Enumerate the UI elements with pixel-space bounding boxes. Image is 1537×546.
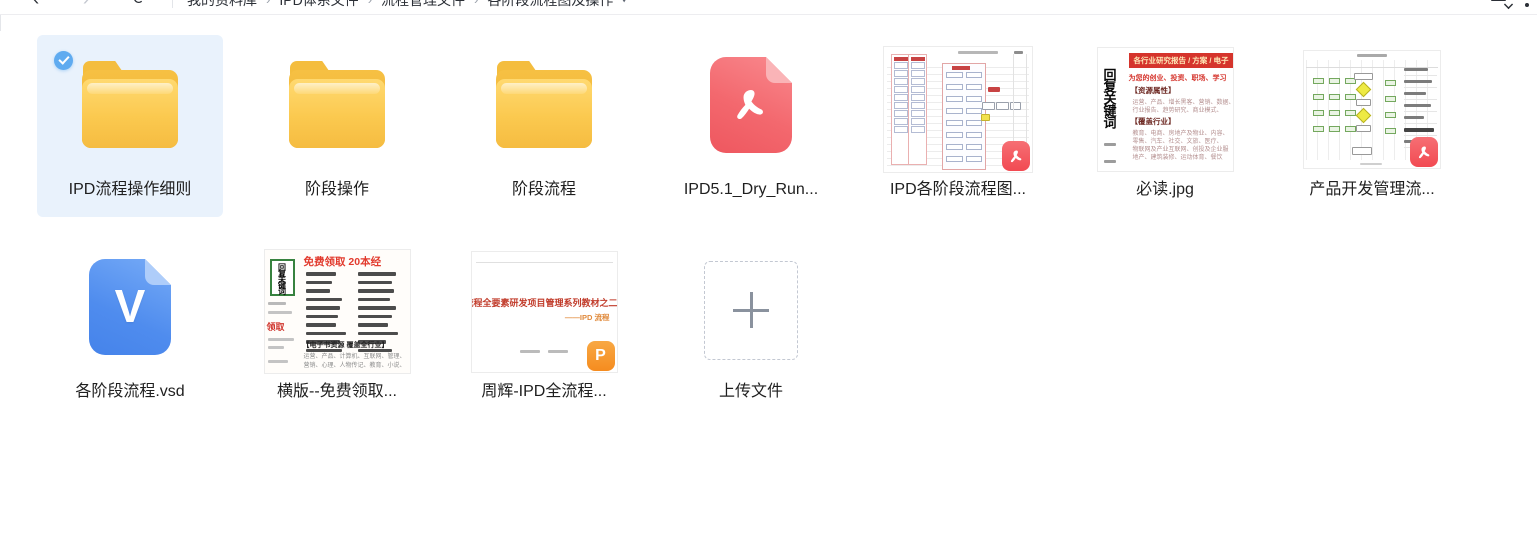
tile-media: 流程全要素研发项目管理系列教材之二 ——IPD 流程 P [451, 237, 637, 377]
file-name: 阶段操作 [305, 179, 369, 201]
file-thumbnail [884, 47, 1032, 172]
sort-order-icon[interactable] [1491, 0, 1513, 9]
folder-icon [289, 70, 385, 148]
tile-media [658, 35, 844, 175]
breadcrumb-caret-icon[interactable]: ▾ [621, 0, 627, 5]
folded-corner [766, 57, 792, 83]
tile-media: 回复关键词 各行业研究报告 / 方案 / 电子 为您的创业、投资、职场、学习 【… [1072, 35, 1258, 175]
breadcrumb: 我的资料库 › IPD体系文件 › 流程管理文件 › 各阶段流程图及操作 ▾ [187, 0, 627, 10]
file-thumbnail: 回复关键词 各行业研究报告 / 方案 / 电子 为您的创业、投资、职场、学习 【… [1098, 48, 1233, 171]
file-name: 必读.jpg [1136, 179, 1194, 201]
tile-folder-stage-process[interactable]: 阶段流程 [451, 35, 637, 217]
tile-media [451, 35, 637, 175]
selected-check-icon[interactable] [54, 51, 73, 70]
tile-media [244, 35, 430, 175]
file-name: IPD各阶段流程图... [890, 179, 1026, 201]
upload-label: 上传文件 [719, 381, 783, 403]
breadcrumb-item-4[interactable]: 各阶段流程图及操作 [487, 0, 613, 10]
refresh-icon[interactable]: ⟳ [130, 0, 150, 8]
plus-icon [733, 292, 769, 328]
acrobat-logo-icon [730, 84, 772, 126]
tile-folder-ipd-process-details[interactable]: IPD流程操作细则 [37, 35, 223, 217]
upload-dropzone[interactable] [704, 261, 798, 360]
tile-media [1279, 35, 1465, 175]
folder-icon [82, 70, 178, 148]
pdf-badge-icon [1410, 137, 1438, 167]
file-thumbnail: 回复关键词 领取 免费领取 20本经 【电子书资源 覆盖全行业】 运营、产品、计… [265, 250, 410, 373]
breadcrumb-separator-icon: › [368, 0, 372, 7]
file-thumbnail [1304, 51, 1440, 168]
qr-code: 回复关键词 [270, 259, 295, 296]
tile-image-mustread[interactable]: 回复关键词 各行业研究报告 / 方案 / 电子 为您的创业、投资、职场、学习 【… [1072, 35, 1258, 217]
folder-icon [496, 70, 592, 148]
breadcrumb-separator-icon: › [474, 0, 478, 7]
file-name: 横版--免费领取... [277, 381, 397, 403]
tile-media: 回复关键词 领取 免费领取 20本经 【电子书资源 覆盖全行业】 运营、产品、计… [244, 237, 430, 377]
forward-icon[interactable]: › [76, 0, 96, 9]
toolbar-divider [172, 0, 173, 8]
breadcrumb-item-2[interactable]: IPD体系文件 [279, 0, 358, 10]
ppt-badge-icon: P [587, 341, 615, 371]
tile-image-free-books[interactable]: 回复关键词 领取 免费领取 20本经 【电子书资源 覆盖全行业】 运营、产品、计… [244, 237, 430, 419]
tile-media: V [37, 237, 223, 377]
back-icon[interactable]: ‹ [26, 0, 46, 9]
pdf-file-icon [710, 57, 792, 153]
file-thumbnail: 流程全要素研发项目管理系列教材之二 ——IPD 流程 P [472, 252, 617, 372]
navigation-toolbar: ‹ › ⟳ 我的资料库 › IPD体系文件 › 流程管理文件 › 各阶段流程图及… [0, 0, 1537, 15]
tile-media [658, 237, 844, 377]
tile-pdf-dry-run[interactable]: IPD5.1_Dry_Run... [658, 35, 844, 217]
file-name: 产品开发管理流... [1309, 179, 1434, 201]
breadcrumb-item-1[interactable]: 我的资料库 [187, 0, 257, 10]
more-options-icon[interactable] [1525, 3, 1529, 7]
file-name: IPD5.1_Dry_Run... [684, 179, 818, 201]
folded-corner [145, 259, 171, 285]
file-name: 各阶段流程.vsd [75, 381, 184, 403]
tile-image-ipd-stage-flowchart[interactable]: IPD各阶段流程图... [865, 35, 1051, 217]
breadcrumb-item-3[interactable]: 流程管理文件 [381, 0, 465, 10]
file-name: 周辉-IPD全流程... [481, 381, 606, 403]
tile-image-product-dev-flow[interactable]: 产品开发管理流... [1279, 35, 1465, 217]
tile-image-zhouhui-ipd[interactable]: 流程全要素研发项目管理系列教材之二 ——IPD 流程 P 周辉-IPD全流程..… [451, 237, 637, 419]
breadcrumb-separator-icon: › [266, 0, 270, 7]
pdf-badge-icon [1002, 141, 1030, 171]
visio-file-icon: V [89, 259, 171, 355]
tile-visio-stage-process[interactable]: V 各阶段流程.vsd [37, 237, 223, 419]
tile-media [865, 35, 1051, 175]
tile-upload-file[interactable]: 上传文件 [658, 237, 844, 419]
file-name: 阶段流程 [512, 179, 576, 201]
panel-edge [0, 15, 1, 31]
file-name: IPD流程操作细则 [69, 179, 192, 201]
tile-folder-stage-operation[interactable]: 阶段操作 [244, 35, 430, 217]
